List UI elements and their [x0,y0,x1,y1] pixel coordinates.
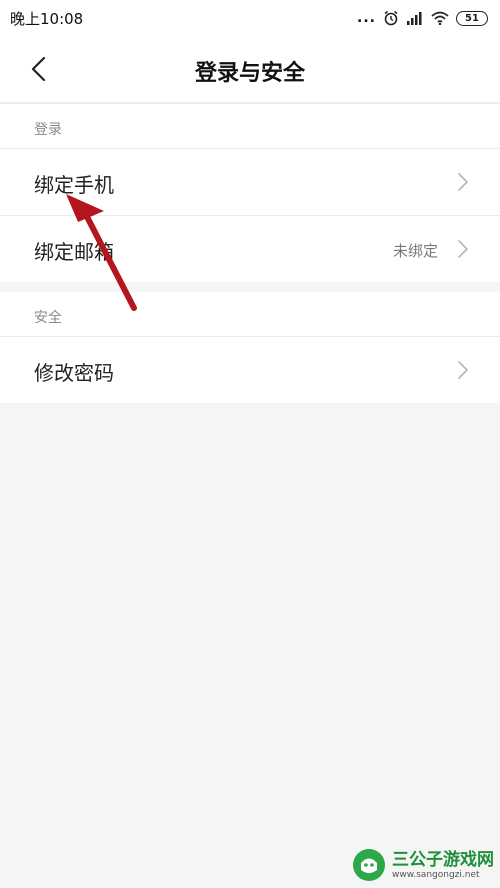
chevron-right-icon [458,173,468,191]
alarm-icon [384,10,398,26]
signal-icon [407,12,422,25]
chevron-right-icon [458,240,468,258]
watermark-logo-icon [353,849,385,881]
watermark-name: 三公子游戏网 [392,849,494,870]
row-label: 绑定手机 [34,173,114,197]
row-label: 修改密码 [34,361,114,385]
section-label: 登录 [34,122,62,138]
change-password-row[interactable]: 修改密码 [0,337,500,403]
more-dots-icon: ... [357,10,376,26]
battery-icon: 51 [456,10,488,26]
bind-email-row[interactable]: 绑定邮箱 未绑定 [0,216,500,282]
bind-phone-row[interactable]: 绑定手机 [0,149,500,216]
section-security: 安全 修改密码 [0,292,500,403]
section-header-security: 安全 [0,292,500,337]
watermark: 三公子游戏网 www.sangongzi.net [352,848,494,882]
section-header-login: 登录 [0,104,500,149]
row-value: 未绑定 [392,242,438,260]
wifi-icon [431,11,449,25]
status-time: 晚上10:08 [10,10,84,28]
page-title: 登录与安全 [194,61,305,86]
section-label: 安全 [34,310,62,326]
watermark-url: www.sangongzi.net [392,869,480,880]
section-login: 登录 绑定手机 绑定邮箱 未绑定 [0,104,500,282]
header: 登录与安全 [0,36,500,102]
watermark-text: 三公子游戏网 www.sangongzi.net [392,849,494,880]
status-bar: 晚上10:08 ... 51 [0,0,500,36]
chevron-right-icon [458,361,468,379]
status-icons: ... 51 [357,8,488,28]
row-label: 绑定邮箱 [34,240,114,264]
